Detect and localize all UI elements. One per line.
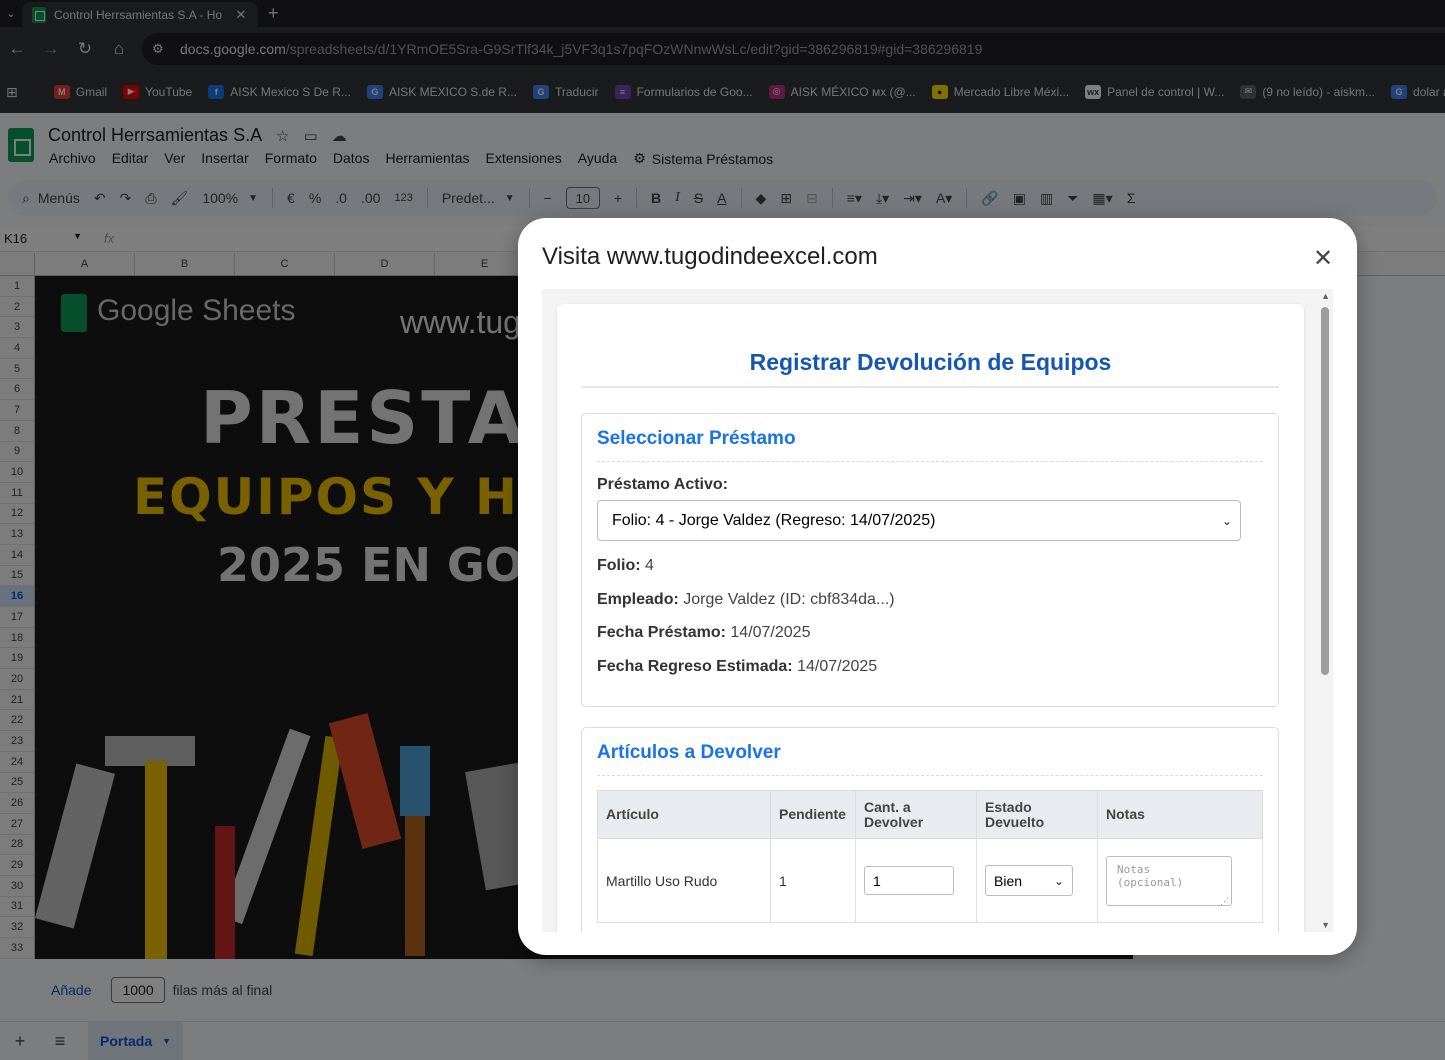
employee-info: Empleado: Jorge Valdez (ID: cbf834da...) [597,591,895,609]
active-loan-label: Préstamo Activo: [597,476,728,493]
col-pending: Pendiente [770,790,856,839]
loan-date-value: 14/07/2025 [730,624,811,641]
dialog-title: Visita www.tugodindeexcel.com [542,243,878,270]
employee-value: Jorge Valdez (ID: cbf834da...) [683,591,895,608]
table-row: Martillo Uso Rudo 1 1 Bien ⌄ Notas (opcio… [597,838,1263,923]
chevron-down-icon: ⌄ [1053,873,1064,888]
heading-divider [581,386,1279,388]
notes-textarea[interactable]: Notas (opcional) [1106,855,1232,907]
cell-article: Martillo Uso Rudo [597,838,771,923]
col-qty: Cant. a Devolver [855,790,977,839]
col-notes: Notas [1097,790,1263,839]
scrollbar-thumb[interactable] [1321,307,1329,675]
active-loan-select[interactable]: Folio: 4 - Jorge Valdez (Regreso: 14/07/… [597,500,1241,541]
cell-notes: Notas (opcional) [1097,838,1263,923]
col-qty-line1: Cant. a [864,798,911,815]
cell-pending: 1 [770,838,856,923]
items-section: Artículos a Devolver Artículo Pendiente … [581,727,1279,932]
dialog-body: Registrar Devolución de Equipos Seleccio… [542,289,1333,932]
return-date-label: Fecha Regreso Estimada: [597,658,793,675]
folio-info: Folio: 4 [597,557,654,575]
return-date-value: 14/07/2025 [797,658,878,675]
qty-return-input[interactable]: 1 [864,866,954,895]
scroll-down-icon[interactable]: ▼ [1321,920,1330,930]
chevron-down-icon: ⌄ [1221,513,1232,528]
return-date-info: Fecha Regreso Estimada: 14/07/2025 [597,658,877,676]
close-icon[interactable]: ✕ [1313,244,1333,273]
return-state-value: Bien [994,872,1023,889]
loan-date-info: Fecha Préstamo: 14/07/2025 [597,624,810,642]
folio-value: 4 [645,557,654,574]
col-state-line1: Estado [985,798,1032,815]
col-article: Artículo [597,790,771,839]
section-title: Artículos a Devolver [597,742,781,763]
col-qty-line2: Devolver [864,813,924,830]
employee-label: Empleado: [597,591,679,608]
items-table: Artículo Pendiente Cant. a Devolver Estad… [597,790,1263,923]
dialog-scrollbar[interactable]: ▲ ▼ [1317,289,1333,932]
col-state: Estado Devuelto [976,790,1098,839]
loan-date-label: Fecha Préstamo: [597,624,726,641]
col-state-line2: Devuelto [985,813,1045,830]
active-loan-selected: Folio: 4 - Jorge Valdez (Regreso: 14/07/… [612,511,936,529]
scroll-up-icon[interactable]: ▲ [1321,291,1330,301]
form-heading: Registrar Devolución de Equipos [749,349,1112,375]
folio-label: Folio: [597,557,641,574]
cell-state: Bien ⌄ [976,838,1098,923]
return-equipment-dialog: Visita www.tugodindeexcel.com ✕ Registra… [518,218,1357,955]
section-divider [597,461,1263,462]
form-card: Registrar Devolución de Equipos Seleccio… [557,304,1304,932]
section-title: Seleccionar Préstamo [597,428,796,449]
table-header-row: Artículo Pendiente Cant. a Devolver Estad… [597,790,1263,839]
section-divider [597,775,1263,776]
select-loan-section: Seleccionar Préstamo Préstamo Activo: Fo… [581,413,1279,707]
cell-qty: 1 [855,838,977,923]
return-state-select[interactable]: Bien ⌄ [985,865,1073,896]
